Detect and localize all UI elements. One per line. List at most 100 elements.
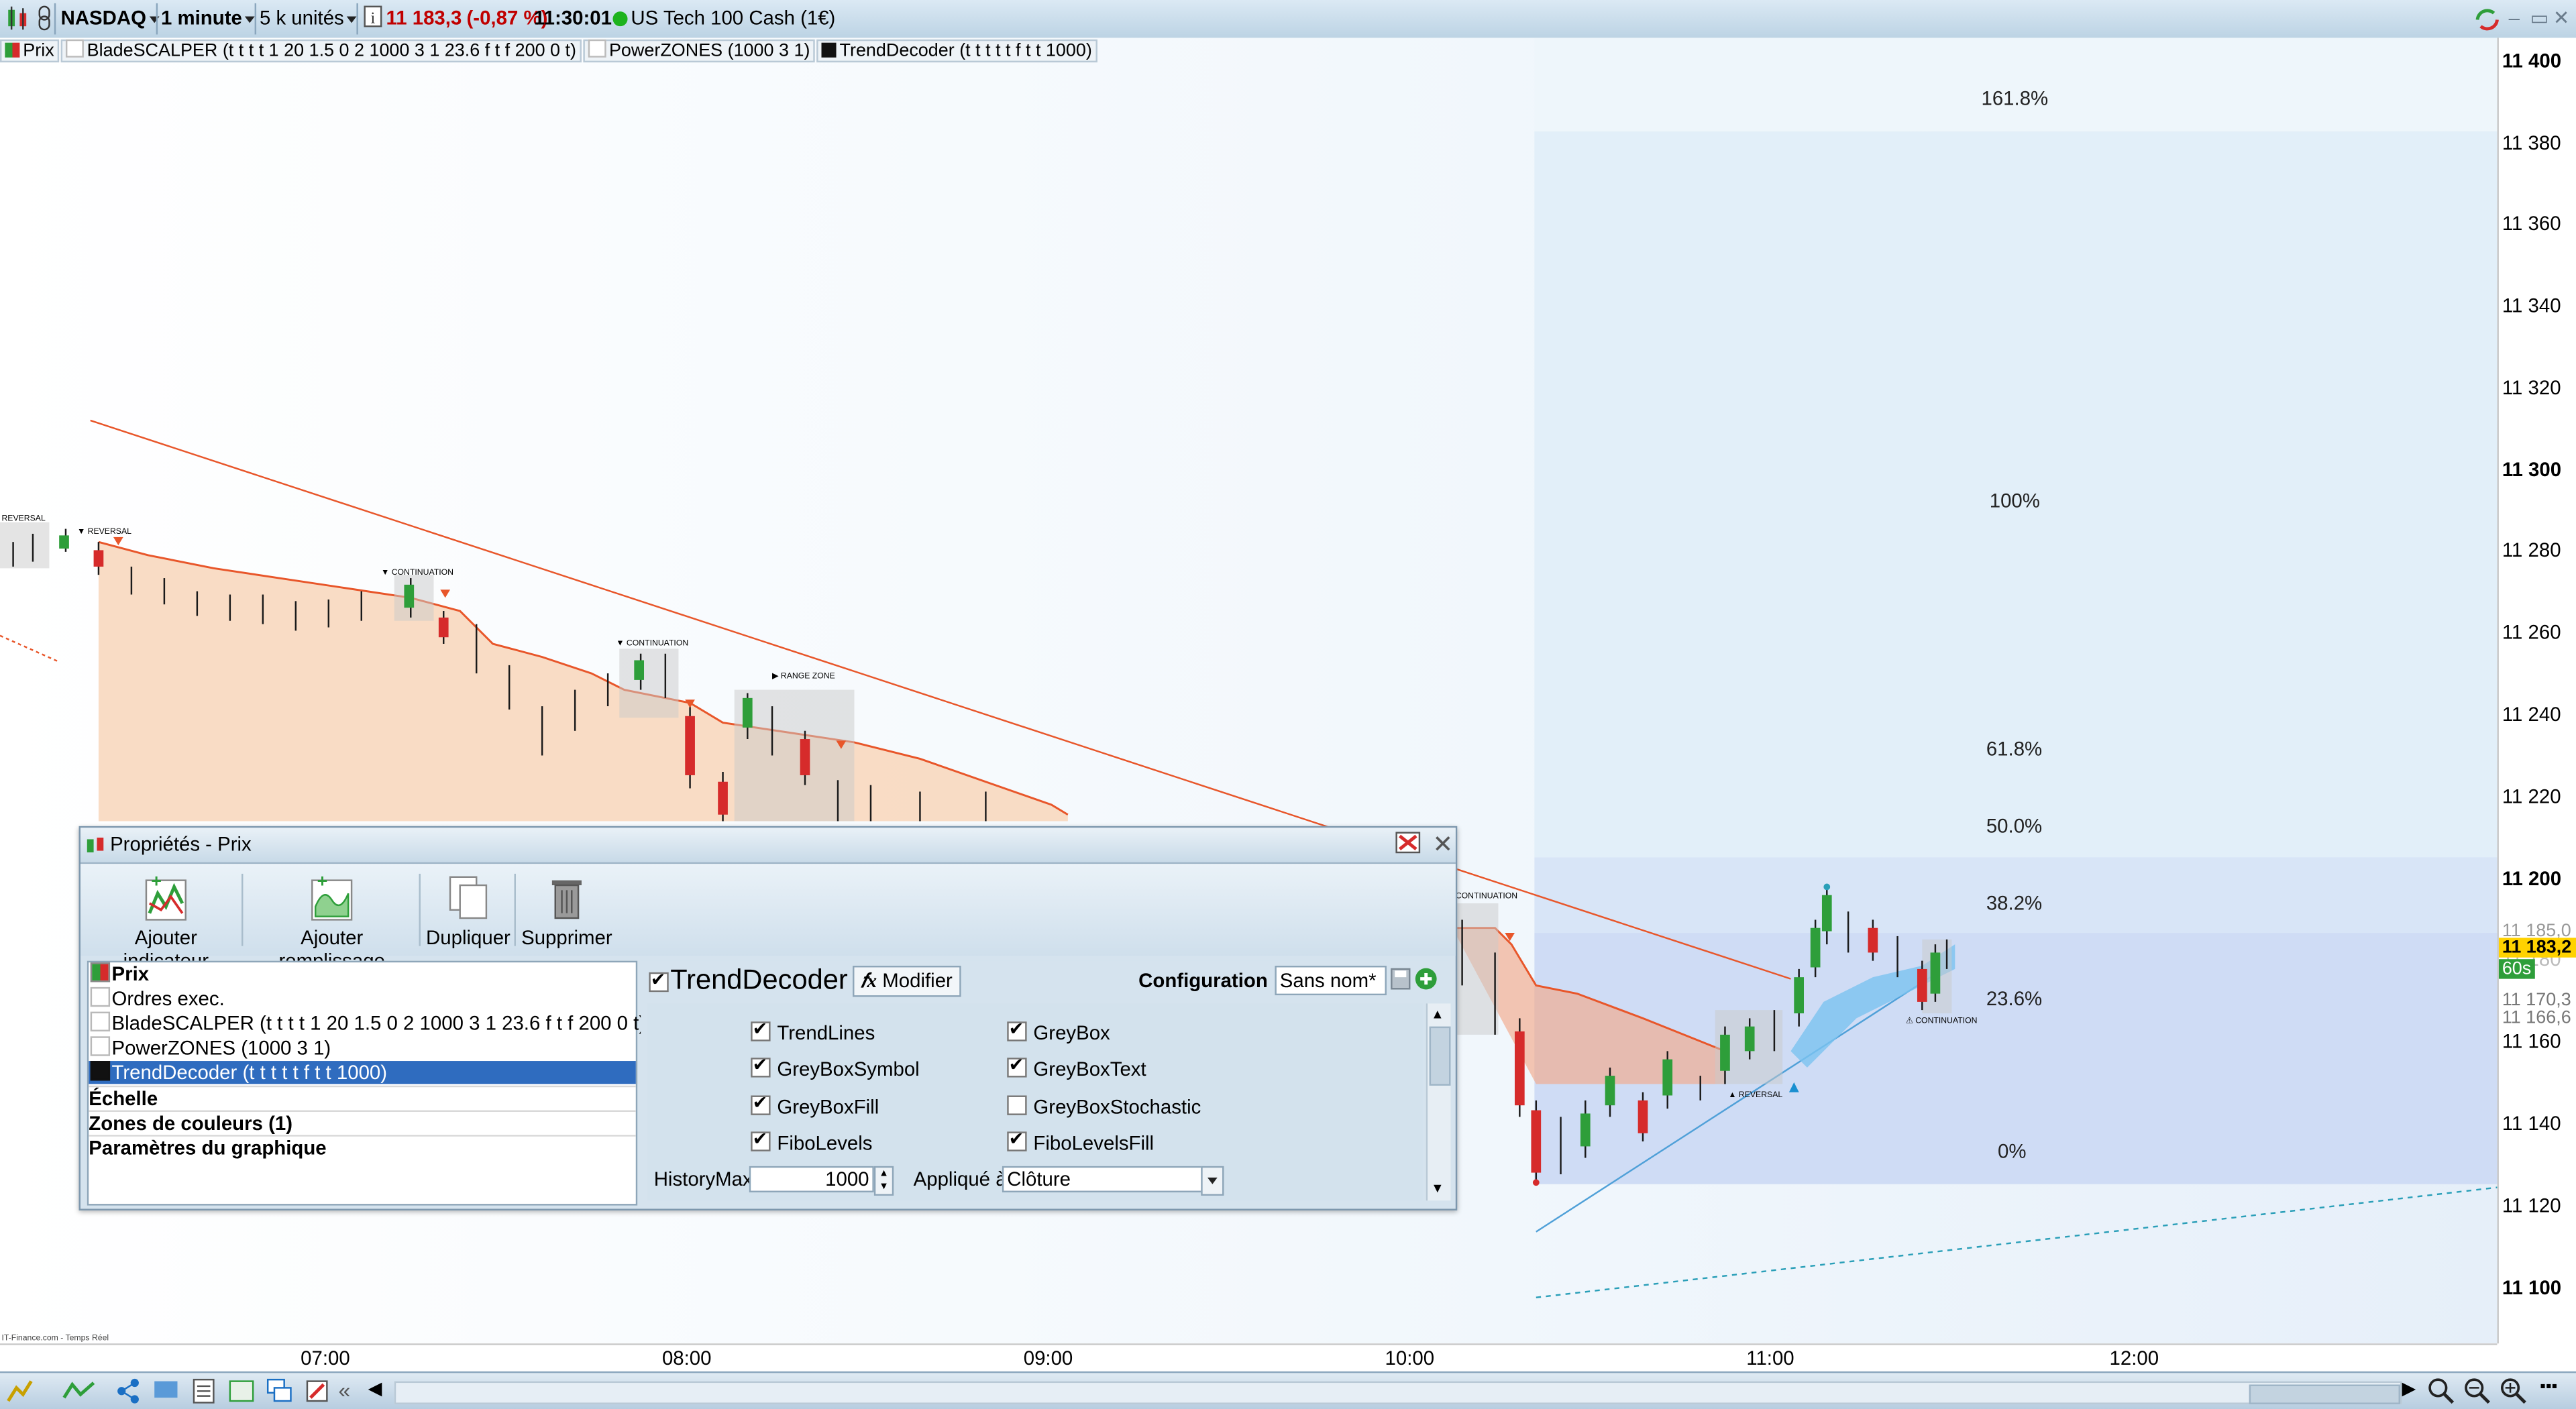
instrument-selector[interactable]: NASDAQ xyxy=(61,5,160,33)
close-dialog-icon[interactable]: ✕ xyxy=(1433,830,1454,859)
param-greybox[interactable]: GreyBox xyxy=(1007,1018,1110,1045)
checkbox[interactable] xyxy=(751,1054,771,1078)
checkbox[interactable] xyxy=(751,1128,771,1151)
indicator-icon[interactable] xyxy=(62,1378,95,1404)
annotation-range-zone: ▶ RANGE ZONE xyxy=(772,671,835,682)
history-input[interactable]: 1000 xyxy=(749,1166,874,1192)
list-item-trenddecoder[interactable]: TrendDecoder (t t t t t f t t 1000) xyxy=(89,1061,636,1084)
list-item-parametres[interactable]: Paramètres du graphique xyxy=(89,1135,636,1160)
add-config-icon[interactable] xyxy=(1415,967,1438,995)
param-greyboxstochastic[interactable]: GreyBoxStochastic xyxy=(1007,1095,1201,1119)
checkbox[interactable] xyxy=(751,1092,771,1115)
save-icon[interactable] xyxy=(1390,967,1411,995)
add-indicator-button[interactable]: + Ajouter indicateur xyxy=(91,870,241,972)
minimize-icon[interactable]: – xyxy=(2509,7,2520,30)
price-swatch-icon xyxy=(90,962,111,982)
fib-label: 100% xyxy=(1989,489,2040,513)
config-select[interactable]: Sans nom* xyxy=(1275,966,1387,1012)
legend-item-bladescalper[interactable]: BladeSCALPER (t t t t 1 20 1.5 0 2 1000 … xyxy=(60,39,582,63)
checkbox[interactable] xyxy=(751,1018,771,1041)
units-selector[interactable]: 5 k unités xyxy=(260,5,358,33)
screens-icon[interactable] xyxy=(266,1378,292,1404)
link-icon[interactable] xyxy=(34,5,54,33)
tools-icon[interactable] xyxy=(304,1378,330,1404)
dialog-title: Propriétés - Prix xyxy=(110,832,252,856)
param-trendlines[interactable]: TrendLines xyxy=(751,1018,875,1045)
more-options-icon[interactable]: ▪▪▪ xyxy=(2540,1378,2566,1404)
bottom-toolbar: « ◀ ▶ ▪▪▪ xyxy=(0,1371,2576,1409)
checkbox[interactable] xyxy=(1007,1054,1027,1078)
collapse-left-icon[interactable]: « xyxy=(338,1378,364,1404)
add-fill-button[interactable]: + Ajouter remplissage xyxy=(248,870,416,972)
restore-icon[interactable]: ▭ xyxy=(2530,7,2548,30)
add-fill-icon: + xyxy=(307,870,356,923)
param-greyboxtext[interactable]: GreyBoxText xyxy=(1007,1054,1146,1080)
swatch-icon xyxy=(90,987,111,1007)
swatch-icon xyxy=(90,1036,111,1056)
scroll-down-icon[interactable]: ▼ xyxy=(1431,1181,1444,1196)
market-status: US Tech 100 Cash (1€) xyxy=(612,5,835,33)
legend-item-powerzones[interactable]: PowerZONES (1000 3 1) xyxy=(582,39,815,63)
modify-button[interactable]: 𝑓x Modifier xyxy=(853,966,961,997)
table-icon[interactable] xyxy=(228,1378,254,1404)
y-tick: 11 160 xyxy=(2502,1029,2561,1053)
param-fibolevelsfill[interactable]: FiboLevelsFill xyxy=(1007,1128,1154,1155)
param-greyboxfill[interactable]: GreyBoxFill xyxy=(751,1092,879,1119)
info-icon[interactable]: i xyxy=(363,5,382,33)
fx-icon: 𝑓x xyxy=(861,968,877,993)
checkbox[interactable] xyxy=(1007,1128,1027,1151)
timeframe-selector[interactable]: 1 minute xyxy=(161,5,256,33)
list-item-bladescalper[interactable]: BladeSCALPER (t t t t 1 20 1.5 0 2 1000 … xyxy=(89,1011,645,1035)
scroll-thumb[interactable] xyxy=(2249,1384,2400,1404)
horizontal-scrollbar[interactable] xyxy=(394,1381,2402,1404)
param-fibolevels[interactable]: FiboLevels xyxy=(751,1128,872,1155)
applied-select[interactable]: Clôture xyxy=(1002,1166,1206,1192)
x-tick: 09:00 xyxy=(1023,1347,1073,1370)
legend-item-prix[interactable]: Prix xyxy=(0,39,60,63)
param-greyboxsymbol[interactable]: GreyBoxSymbol xyxy=(751,1054,920,1080)
swatch-icon xyxy=(588,39,606,58)
history-stepper[interactable]: ▲ ▼ xyxy=(873,1166,894,1196)
x-tick: 10:00 xyxy=(1385,1347,1435,1370)
annotation-continuation: CONTINUATION xyxy=(1455,891,1518,902)
dialog-titlebar[interactable]: Propriétés - Prix ✕ xyxy=(80,828,1456,864)
y-tick: 11 300 xyxy=(2502,458,2562,482)
zoom-in-icon[interactable] xyxy=(2500,1378,2526,1404)
scroll-right-icon[interactable]: ▶ xyxy=(2402,1378,2428,1404)
y-tick: 11 320 xyxy=(2502,376,2561,400)
chevron-down-icon[interactable] xyxy=(1201,1166,1224,1196)
chart-type-icon[interactable] xyxy=(5,5,31,33)
zoom-fit-icon[interactable] xyxy=(2428,1378,2455,1404)
scroll-left-icon[interactable]: ◀ xyxy=(368,1378,394,1404)
indicator-legend: Prix BladeSCALPER (t t t t 1 20 1.5 0 2 1… xyxy=(0,39,1099,63)
params-scrollbar[interactable]: ▲ ▼ xyxy=(1426,1003,1451,1201)
list-item-powerzones[interactable]: PowerZONES (1000 3 1) xyxy=(89,1036,636,1060)
refresh-icon[interactable] xyxy=(2473,7,2502,38)
last-price-tag: 11 183,2 xyxy=(2498,938,2576,958)
fib-label: 61.8% xyxy=(1986,737,2043,760)
y-tick: 11 400 xyxy=(2502,49,2562,72)
list-icon[interactable] xyxy=(191,1378,217,1404)
close-window-icon[interactable]: ✕ xyxy=(2553,7,2570,30)
chat-icon[interactable] xyxy=(153,1378,179,1404)
indicator-enabled-checkbox[interactable] xyxy=(649,969,669,993)
drawing-tool-icon[interactable] xyxy=(7,1378,33,1404)
duplicate-icon xyxy=(443,870,492,923)
scroll-thumb[interactable] xyxy=(1429,1026,1451,1086)
checkbox[interactable] xyxy=(1007,1018,1027,1041)
pin-icon[interactable] xyxy=(1395,831,1421,862)
list-item-echelle[interactable]: Échelle xyxy=(89,1085,636,1111)
list-item-ordres[interactable]: Ordres exec. xyxy=(89,987,636,1010)
delete-button[interactable]: Supprimer xyxy=(517,870,616,950)
countdown-tag: 60s xyxy=(2498,959,2535,979)
checkbox[interactable] xyxy=(1007,1095,1027,1115)
list-item-prix[interactable]: Prix xyxy=(89,962,636,985)
legend-item-trenddecoder[interactable]: TrendDecoder (t t t t t f t t 1000) xyxy=(816,39,1097,63)
duplicate-button[interactable]: Dupliquer xyxy=(422,870,514,950)
app-window: NASDAQ 1 minute 5 k unités i 11 183,3 (-… xyxy=(0,0,2576,1409)
scroll-up-icon[interactable]: ▲ xyxy=(1431,1007,1444,1021)
zoom-out-icon[interactable] xyxy=(2464,1378,2490,1404)
share-icon[interactable] xyxy=(115,1378,141,1404)
list-item-zones[interactable]: Zones de couleurs (1) xyxy=(89,1110,636,1135)
y-tick: 11 140 xyxy=(2502,1111,2561,1135)
